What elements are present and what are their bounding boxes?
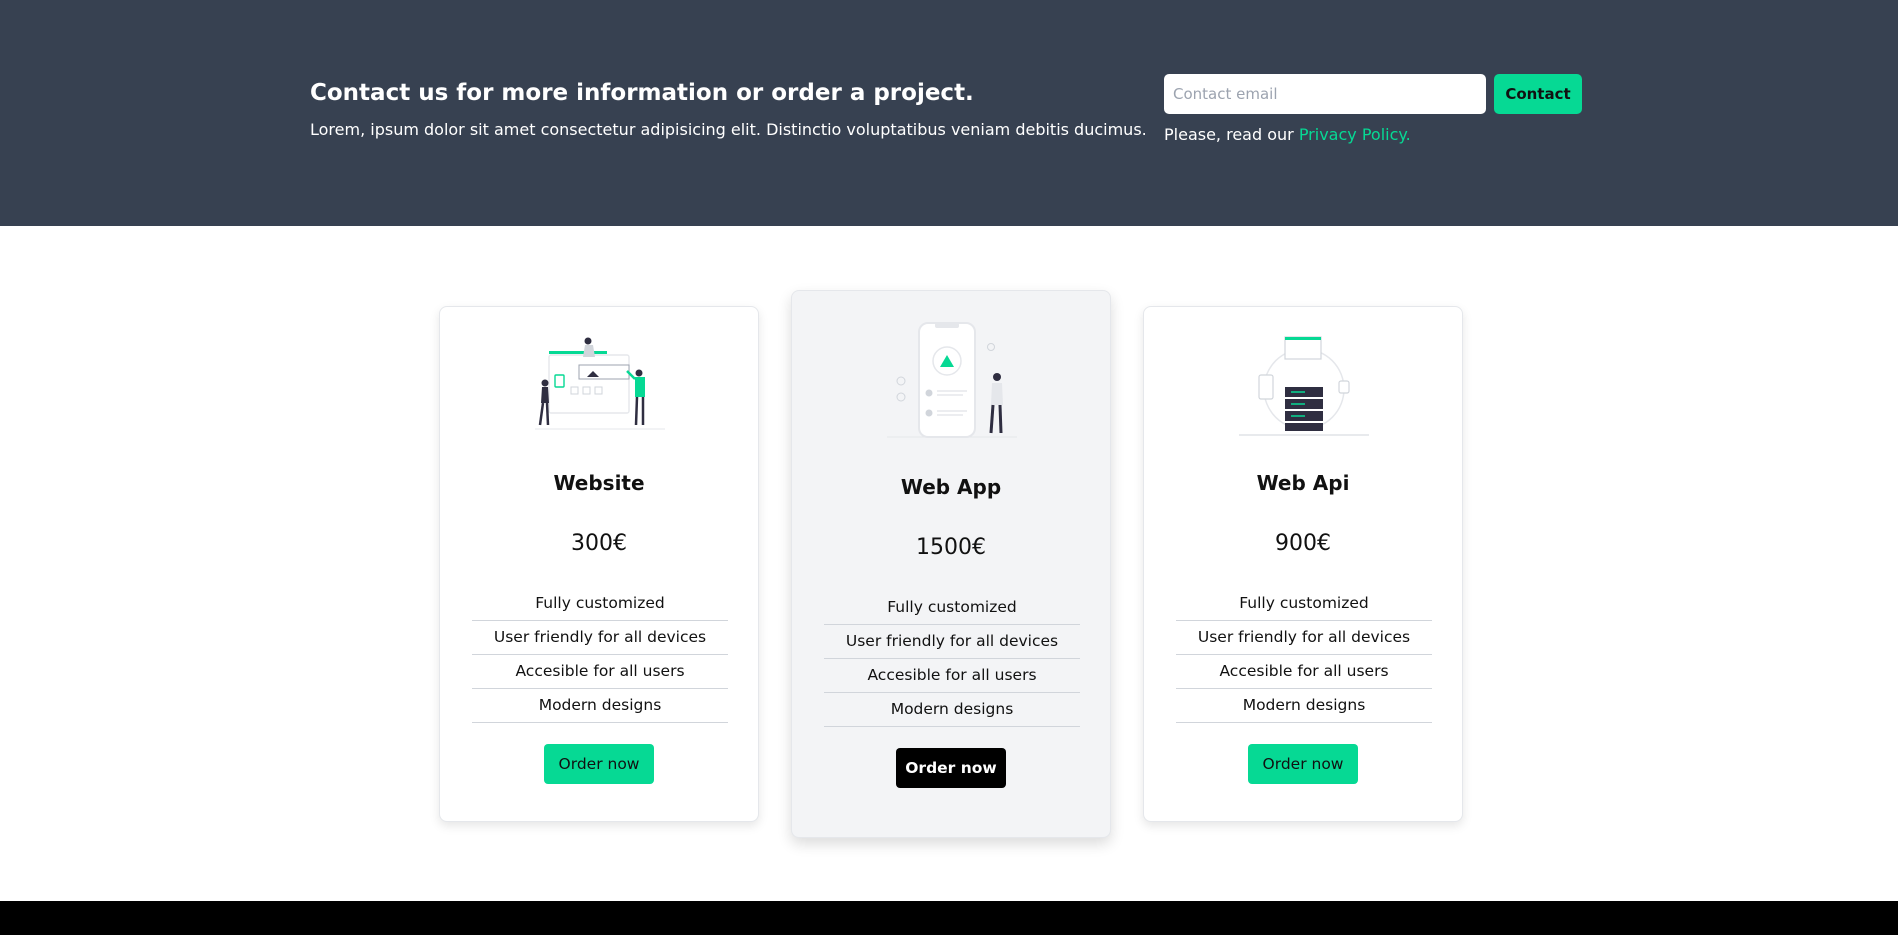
feature-item: Accesible for all users [824,659,1080,693]
feature-item: Fully customized [824,591,1080,625]
feature-item: Modern designs [1176,689,1432,723]
privacy-note: Please, read our Privacy Policy. [1164,125,1411,144]
contact-heading: Contact us for more information or order… [310,80,974,106]
contact-description: Lorem, ipsum dolor sit amet consectetur … [310,120,1147,139]
web-api-illustration-icon [1239,336,1369,436]
pricing-card-web-api: Web Api 900€ Fully customized User frien… [1143,306,1463,822]
contact-email-input[interactable] [1164,74,1486,114]
feature-item: Accesible for all users [1176,655,1432,689]
feature-list: Fully customized User friendly for all d… [1176,587,1432,723]
website-illustration-icon [535,337,665,430]
feature-item: User friendly for all devices [824,625,1080,659]
card-price: 1500€ [916,535,986,560]
feature-item: Modern designs [824,693,1080,727]
contact-button[interactable]: Contact [1494,74,1582,114]
contact-banner: Contact us for more information or order… [0,0,1898,226]
privacy-policy-link[interactable]: Privacy Policy. [1299,125,1411,144]
card-title: Web App [900,475,1002,499]
pricing-card-web-app: Web App 1500€ Fully customized User frie… [791,290,1111,838]
privacy-prefix: Please, read our [1164,125,1299,144]
feature-list: Fully customized User friendly for all d… [824,591,1080,727]
feature-item: Modern designs [472,689,728,723]
feature-item: User friendly for all devices [472,621,728,655]
web-app-illustration-icon [887,322,1017,438]
order-now-button[interactable]: Order now [896,748,1006,788]
feature-item: User friendly for all devices [1176,621,1432,655]
card-price: 300€ [571,531,627,556]
card-title: Web Api [1256,471,1350,495]
card-title: Website [553,471,645,495]
order-now-button[interactable]: Order now [544,744,654,784]
feature-item: Fully customized [1176,587,1432,621]
feature-item: Fully customized [472,587,728,621]
feature-item: Accesible for all users [472,655,728,689]
feature-list: Fully customized User friendly for all d… [472,587,728,723]
pricing-card-website: Website 300€ Fully customized User frien… [439,306,759,822]
footer [0,901,1898,935]
card-price: 900€ [1275,531,1331,556]
order-now-button[interactable]: Order now [1248,744,1358,784]
